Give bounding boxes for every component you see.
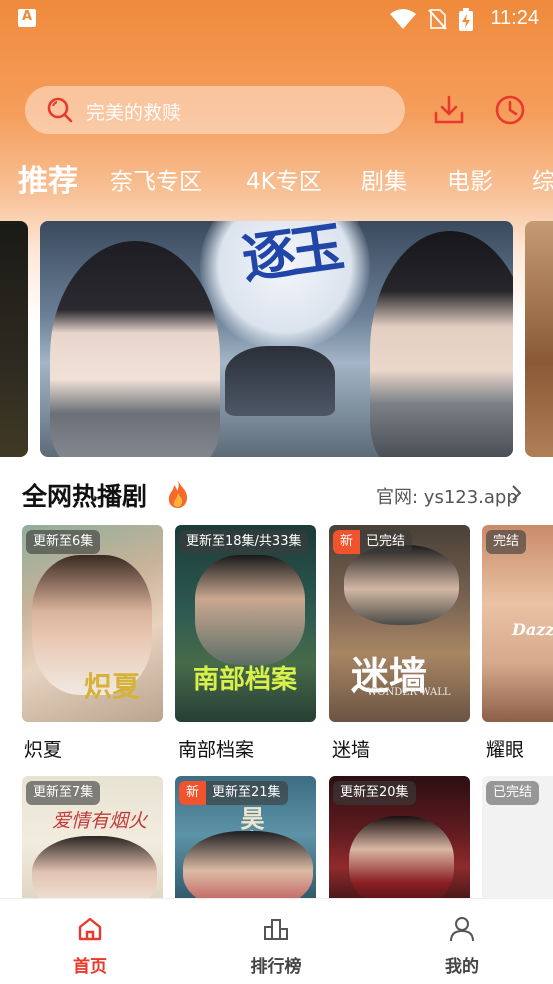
official-site-link[interactable]: 官网: ys123.app (376, 483, 518, 509)
drama-title[interactable]: 南部档案 (178, 735, 254, 762)
drama-title[interactable]: 耀眼 (486, 735, 524, 762)
poster-figures (349, 816, 454, 906)
drama-card[interactable]: 爱情有烟火 更新至7集 (22, 776, 163, 906)
status-badge: 更新至18集/共33集 (179, 530, 309, 554)
user-icon (450, 917, 474, 942)
badge-text: 更新至18集/共33集 (186, 534, 302, 549)
drama-card[interactable]: 已完结 (482, 776, 553, 906)
new-badge: 新 (179, 781, 207, 805)
tab-movies[interactable]: 电影 (447, 162, 493, 196)
chevron-right-icon[interactable] (510, 484, 524, 502)
tab-series[interactable]: 剧集 (361, 162, 407, 196)
poster-figures (183, 831, 313, 906)
poster-title: Dazzl (512, 620, 553, 639)
badge-text: 更新至21集 (212, 785, 281, 800)
badge-text: 更新至6集 (33, 534, 94, 549)
badge-text: 完结 (493, 534, 520, 549)
history-clock-icon[interactable] (493, 93, 527, 127)
bottom-navigation: 首页 排行榜 我的 (0, 898, 553, 984)
featured-banner[interactable]: 逐玉 (40, 221, 513, 457)
tab-recommend[interactable]: 推荐 (18, 156, 78, 200)
badge-text: 更新至7集 (33, 785, 94, 800)
badge-text: 已完结 (493, 785, 533, 800)
drama-card[interactable]: 南部档案 更新至18集/共33集 (175, 525, 316, 722)
poster-figures (344, 545, 459, 625)
banner-figure-right (370, 231, 513, 457)
download-icon[interactable] (432, 93, 466, 127)
drama-card[interactable]: 炽夏 更新至6集 (22, 525, 163, 722)
status-badge: 更新至7集 (26, 781, 101, 805)
poster-title: 南部档案 (193, 665, 298, 695)
search-bar[interactable]: 完美的救赎 (25, 86, 405, 134)
poster-title: 爱情有烟火 (52, 810, 148, 832)
drama-card[interactable]: Dazzl 完结 (482, 525, 553, 722)
tab-4k[interactable]: 4K专区 (246, 162, 322, 196)
fire-icon (168, 480, 188, 508)
status-badge: 更新至20集 (333, 781, 416, 805)
nav-ranking[interactable]: 排行榜 (216, 899, 336, 984)
badge-text: 已完结 (366, 534, 406, 549)
badge-text: 更新至20集 (340, 785, 409, 800)
no-sim-icon (428, 9, 447, 30)
banner-figure-left (50, 241, 220, 457)
tab-variety[interactable]: 综 (532, 162, 553, 196)
poster-title: 炽夏 (84, 670, 141, 703)
app-notification-icon (18, 9, 36, 27)
status-bar: 11:24 (0, 0, 553, 40)
drama-title[interactable]: 迷墙 (332, 735, 370, 762)
search-placeholder: 完美的救赎 (86, 102, 182, 124)
status-badge: 已完结 (486, 781, 540, 805)
banner-prev-peek[interactable] (0, 221, 28, 457)
status-badge: 新更新至21集 (179, 781, 288, 805)
drama-card[interactable]: 更新至20集 (329, 776, 470, 906)
banner-title-art: 逐玉 (238, 221, 342, 292)
bar-chart-icon (264, 919, 288, 940)
nav-profile-label: 我的 (445, 957, 479, 977)
battery-charging-icon (459, 8, 473, 31)
tab-netflix[interactable]: 奈飞专区 (110, 162, 202, 196)
drama-card[interactable]: 迷墙 WONDER WALL 新已完结 (329, 525, 470, 722)
nav-ranking-label: 排行榜 (250, 957, 302, 977)
poster-figures (32, 836, 157, 906)
section-title: 全网热播剧 (22, 482, 148, 511)
category-tabs: 推荐 奈飞专区 4K专区 剧集 电影 综 (0, 152, 553, 202)
nav-home-label: 首页 (73, 957, 107, 977)
banner-next-peek[interactable] (525, 221, 553, 457)
status-badge: 更新至6集 (26, 530, 101, 554)
banner-figures-center (225, 346, 335, 416)
status-badge: 新已完结 (333, 530, 413, 554)
home-icon (78, 917, 102, 941)
status-badge: 完结 (486, 530, 527, 554)
status-time: 11:24 (490, 7, 539, 29)
drama-title[interactable]: 炽夏 (24, 735, 62, 762)
poster-subtitle: WONDER WALL (367, 687, 451, 698)
nav-home[interactable]: 首页 (30, 899, 150, 984)
nav-profile[interactable]: 我的 (402, 899, 522, 984)
poster-figures (195, 555, 305, 665)
new-badge: 新 (333, 530, 361, 554)
drama-card[interactable]: 昊离 新更新至21集 (175, 776, 316, 906)
wifi-icon (390, 9, 416, 29)
search-icon (47, 97, 73, 123)
